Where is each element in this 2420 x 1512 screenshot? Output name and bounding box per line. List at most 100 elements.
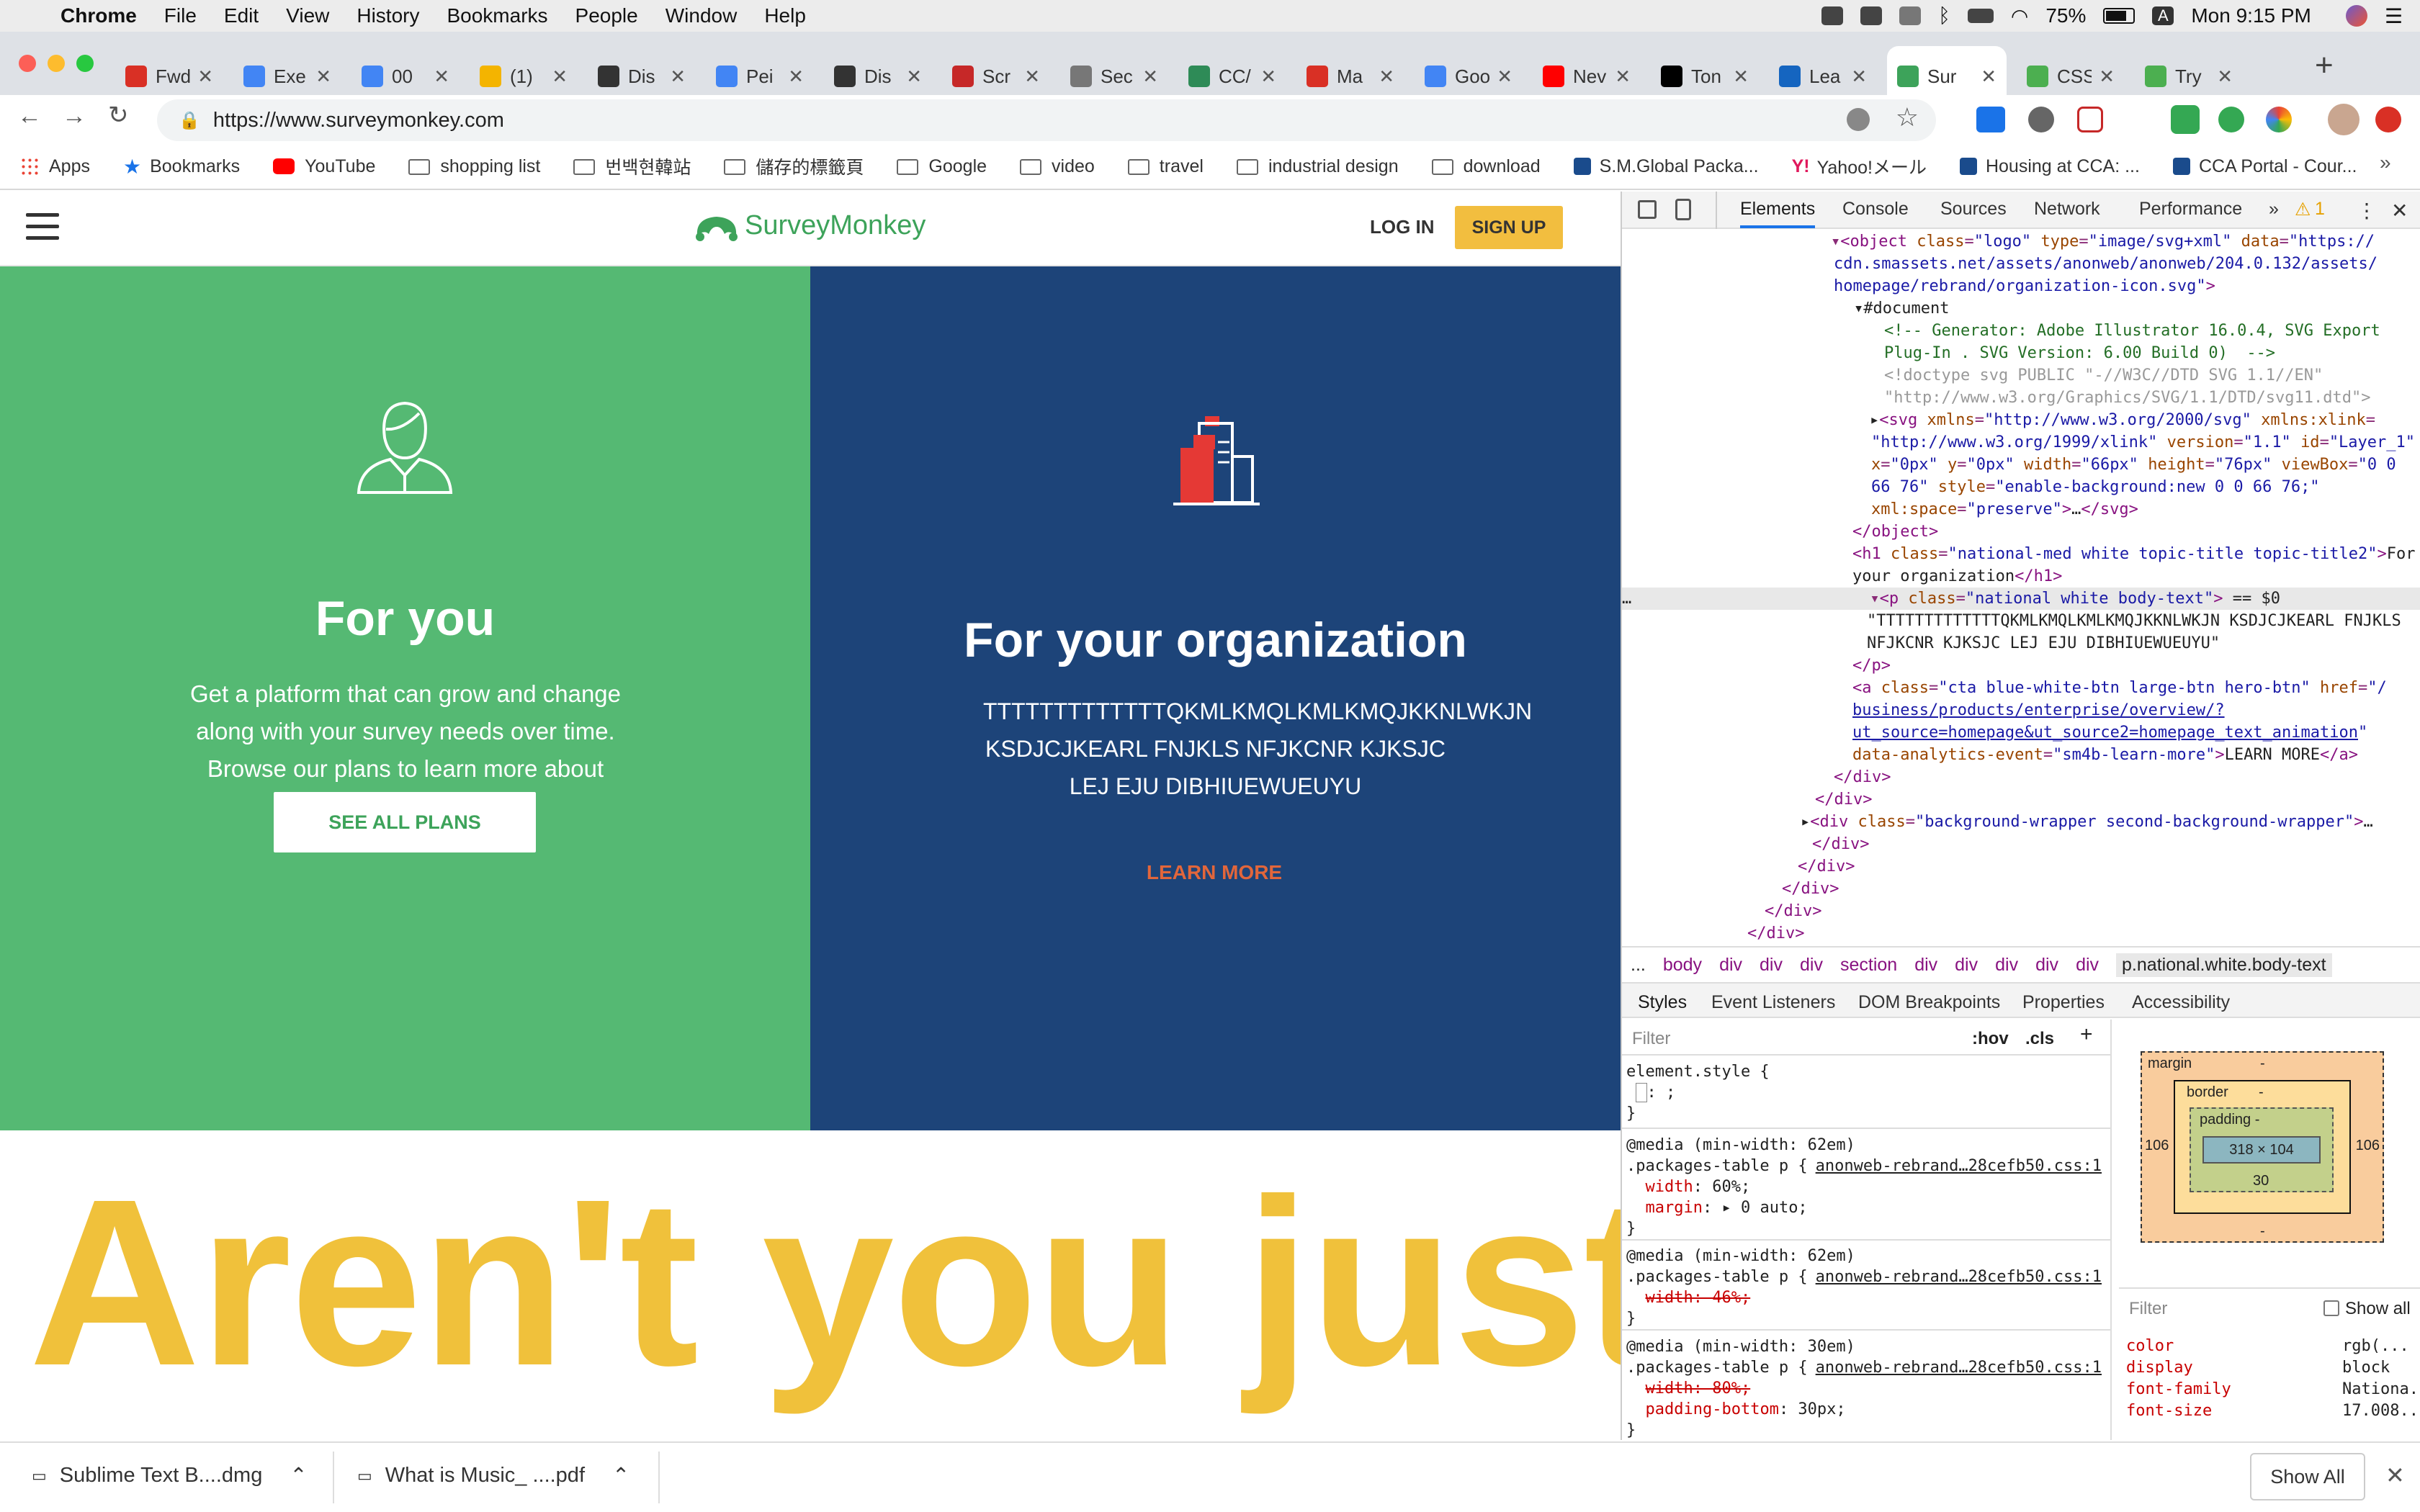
subtab-accessibility[interactable]: Accessibility	[2132, 992, 2230, 1013]
device-toolbar-icon[interactable]	[1675, 199, 1691, 220]
dom-line[interactable]: ut_source=homepage&ut_source2=homepage_t…	[1852, 721, 2367, 744]
menu-file[interactable]: File	[164, 4, 197, 27]
breadcrumb-item[interactable]: div	[1719, 955, 1742, 976]
computed-style-row[interactable]: font-family Nationa...	[2126, 1378, 2420, 1400]
close-tab-icon[interactable]: ✕	[1142, 66, 1158, 88]
zoom-window-button[interactable]	[76, 55, 94, 72]
close-tab-icon[interactable]: ✕	[1851, 66, 1867, 88]
close-tab-icon[interactable]: ✕	[1497, 66, 1512, 88]
close-tab-icon[interactable]: ✕	[1260, 66, 1276, 88]
learn-more-link[interactable]: LEARN MORE	[1135, 861, 1294, 884]
battery-percent[interactable]: 75%	[2045, 4, 2086, 27]
forward-arrow-icon[interactable]: →	[62, 102, 86, 130]
dom-line[interactable]: ▾<object class="logo" type="image/svg+xm…	[1831, 230, 2375, 253]
close-tab-icon[interactable]: ✕	[670, 66, 686, 88]
extension-icon[interactable]	[2125, 107, 2151, 132]
siri-icon[interactable]	[2345, 5, 2367, 27]
dom-line[interactable]: ▸<div class="background-wrapper second-b…	[1801, 811, 2373, 833]
wifi-icon[interactable]: ◠	[2011, 4, 2028, 28]
devtools-menu-icon[interactable]: ⋮	[2357, 199, 2377, 222]
warning-count[interactable]: 1	[2315, 199, 2325, 220]
new-rule-plus-icon[interactable]: +	[2080, 1024, 2093, 1045]
close-tab-icon[interactable]: ✕	[788, 66, 804, 88]
dom-line[interactable]: Plug-In . SVG Version: 6.00 Build 0) -->	[1884, 342, 2275, 364]
dom-line[interactable]: <!-- Generator: Adobe Illustrator 16.0.4…	[1884, 320, 2380, 342]
download-item[interactable]: ▭ Sublime Text B....dmg ⌃	[32, 1463, 308, 1488]
close-tab-icon[interactable]: ✕	[2099, 66, 2115, 88]
bookmark-item[interactable]: video	[1020, 156, 1095, 177]
translate-icon[interactable]	[1847, 108, 1870, 131]
dom-line[interactable]: </div>	[1812, 833, 1869, 855]
bookmark-item[interactable]: Google	[897, 156, 987, 177]
bookmark-item[interactable]: Housing at CCA: ...	[1959, 156, 2140, 177]
bookmark-item[interactable]: S.M.Global Packa...	[1573, 156, 1759, 177]
dom-line[interactable]: homepage/rebrand/organization-icon.svg">	[1834, 275, 2215, 297]
close-tab-icon[interactable]: ✕	[2217, 66, 2233, 88]
bookmark-item[interactable]: YouTube	[273, 156, 375, 177]
status-app-icon[interactable]	[1821, 6, 1844, 25]
address-bar[interactable]: 🔒 https://www.surveymonkey.com ☆	[157, 99, 1936, 141]
bluetooth-icon[interactable]: ᛒ	[1938, 4, 1950, 27]
close-devtools-icon[interactable]: ✕	[2391, 199, 2408, 222]
hover-state-toggle[interactable]: :hov	[1972, 1028, 2009, 1049]
login-link[interactable]: LOG IN	[1370, 216, 1435, 238]
dom-line[interactable]: </div>	[1765, 900, 1821, 922]
computed-style-row[interactable]: display block	[2126, 1356, 2420, 1378]
dom-line[interactable]: x="0px" y="0px" width="66px" height="76p…	[1871, 454, 2396, 476]
dom-line[interactable]: xml:space="preserve">…</svg>	[1871, 498, 2138, 521]
css-rule[interactable]: @media (min-width: 62em) .packages-table…	[1626, 1246, 2106, 1329]
close-tab-icon[interactable]: ✕	[1615, 66, 1631, 88]
breadcrumb-item[interactable]: p.national.white.body-text	[2116, 953, 2332, 977]
dom-line[interactable]: </div>	[1798, 855, 1855, 878]
bookmark-item[interactable]: download	[1431, 156, 1541, 177]
dom-line[interactable]: NFJKCNR KJKSJC LEJ EJU DIBHIUEWUEUYU"	[1867, 632, 2220, 654]
close-tab-icon[interactable]: ✕	[1024, 66, 1040, 88]
css-rule[interactable]: @media (min-width: 30em) .packages-table…	[1626, 1336, 2106, 1440]
breadcrumb-item[interactable]: div	[1914, 955, 1937, 976]
bookmark-star-icon[interactable]: ☆	[1896, 102, 1919, 132]
minimize-window-button[interactable]	[48, 55, 65, 72]
surveymonkey-logo[interactable]: SurveyMonkey	[693, 210, 926, 241]
breadcrumb-item[interactable]: ...	[1631, 955, 1646, 976]
devtools-tab-console[interactable]: Console	[1842, 199, 1909, 220]
extension-badge-icon[interactable]	[2171, 105, 2200, 134]
dom-line[interactable]: 66 76" style="enable-background:new 0 0 …	[1871, 476, 2320, 498]
breadcrumb-item[interactable]: div	[1995, 955, 2018, 976]
computed-style-row[interactable]: font-size 17.008...	[2126, 1400, 2420, 1421]
bookmark-item[interactable]: Apps	[20, 156, 90, 177]
box-padding[interactable]: padding - 318 × 104 30	[2190, 1107, 2334, 1192]
download-item[interactable]: ▭ What is Music_ ....pdf ⌃	[357, 1463, 629, 1488]
signup-button[interactable]: SIGN UP	[1455, 206, 1563, 249]
chevron-up-icon[interactable]: ⌃	[290, 1463, 307, 1488]
chrome-extension-icon[interactable]	[2266, 107, 2292, 132]
dom-line[interactable]: cdn.smassets.net/assets/anonweb/anonweb/…	[1834, 253, 2378, 275]
dom-line[interactable]: </div>	[1834, 766, 1891, 788]
css-rule-element-style[interactable]: element.style { : ; }	[1626, 1061, 1770, 1124]
status-app-icon[interactable]	[1860, 6, 1883, 25]
chevron-up-icon[interactable]: ⌃	[612, 1463, 629, 1488]
dom-line[interactable]: </object>	[1852, 521, 1938, 543]
dom-line-selected[interactable]: … ▾<p class="national white body-text"> …	[1622, 588, 2420, 610]
breadcrumb-item[interactable]: div	[1955, 955, 1978, 976]
close-tab-icon[interactable]: ✕	[1981, 66, 1996, 88]
box-margin[interactable]: margin - 106 106 - border - padding - 31…	[2141, 1051, 2384, 1243]
extension-icon[interactable]	[2077, 107, 2103, 132]
close-tab-icon[interactable]: ✕	[552, 66, 568, 88]
update-menu-icon[interactable]	[2375, 107, 2401, 132]
menu-edit[interactable]: Edit	[224, 4, 259, 27]
inspect-element-icon[interactable]	[1638, 200, 1657, 219]
reload-icon[interactable]: ↻	[108, 101, 129, 130]
dom-line[interactable]: </div>	[1747, 922, 1804, 945]
grammarly-icon[interactable]	[2218, 107, 2244, 132]
close-tab-icon[interactable]: ✕	[906, 66, 922, 88]
bookmark-item[interactable]: Y! Yahoo!メール	[1792, 153, 1927, 179]
close-tab-icon[interactable]: ✕	[1733, 66, 1749, 88]
dom-line[interactable]: </div>	[1782, 878, 1839, 900]
input-icon[interactable]	[1967, 9, 1994, 23]
menu-help[interactable]: Help	[764, 4, 806, 27]
dom-line[interactable]: <h1 class="national-med white topic-titl…	[1852, 543, 2416, 565]
dom-line[interactable]: </div>	[1815, 788, 1872, 811]
extension-off-icon[interactable]	[1976, 107, 2005, 132]
back-arrow-icon[interactable]: ←	[17, 102, 42, 130]
bookmark-item[interactable]: 儲存的標籤頁	[724, 153, 864, 179]
